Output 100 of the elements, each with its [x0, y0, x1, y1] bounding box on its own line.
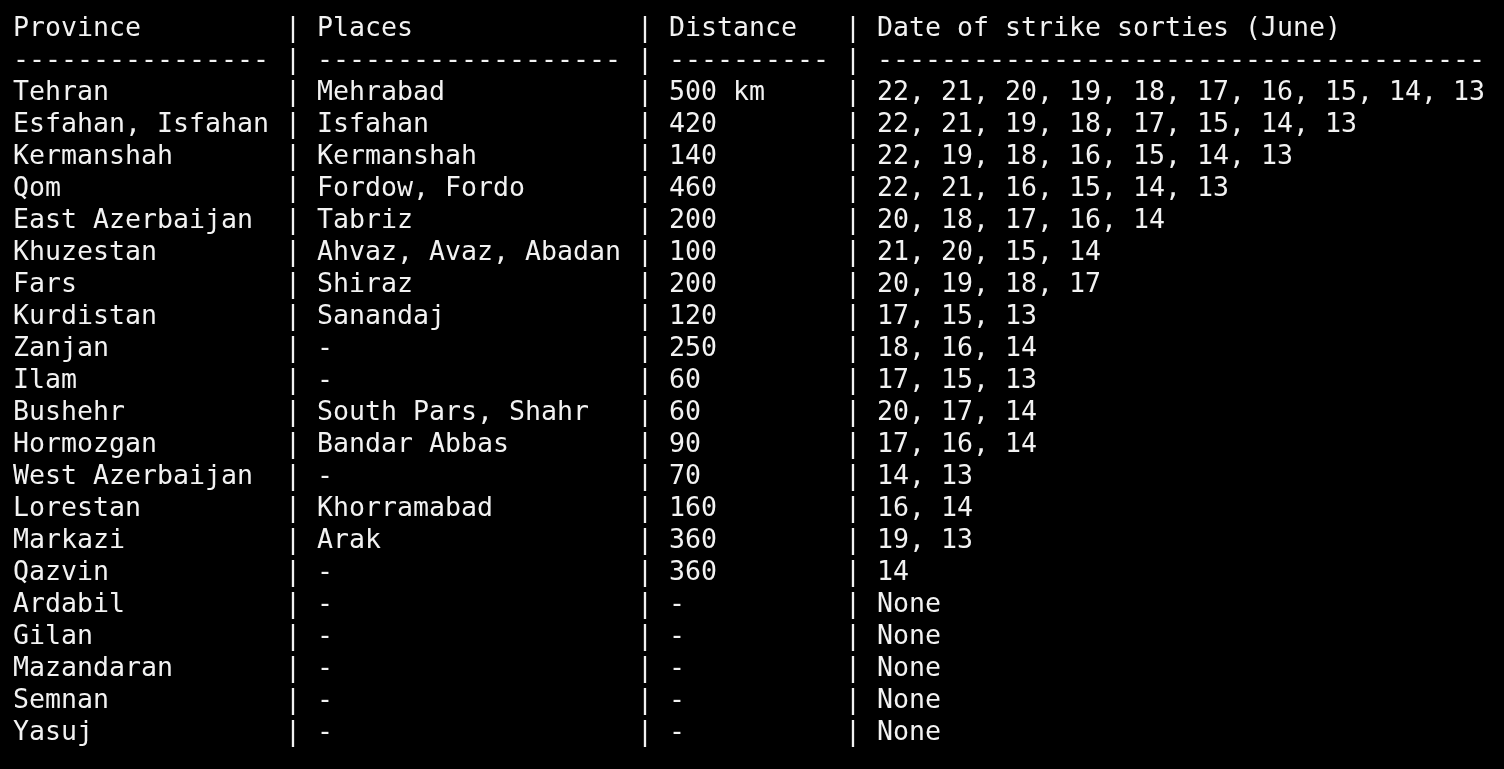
column-divider: |: [285, 11, 302, 43]
table-cell: 420: [669, 107, 718, 139]
table-cell: None: [877, 651, 942, 683]
table-cell: 20, 17, 14: [877, 395, 1038, 427]
table-cell: 60: [669, 363, 702, 395]
column-divider: |: [845, 523, 862, 555]
table-cell: Ilam: [13, 363, 77, 395]
table-cell: Lorestan: [13, 491, 141, 523]
column-divider: |: [845, 683, 862, 715]
column-divider: |: [285, 299, 302, 331]
table-cell: 20, 19, 18, 17: [877, 267, 1102, 299]
table-cell: 70: [669, 459, 702, 491]
table-cell: -: [317, 587, 334, 619]
table-cell: -: [317, 619, 334, 651]
column-divider: |: [637, 619, 654, 651]
table-cell: 22, 19, 18, 16, 15, 14, 13: [877, 139, 1294, 171]
table-cell: Semnan: [13, 683, 109, 715]
column-divider: |: [845, 587, 862, 619]
column-divider: |: [845, 491, 862, 523]
table-cell: 19, 13: [877, 523, 974, 555]
column-divider: |: [845, 203, 862, 235]
table-cell: 14, 13: [877, 459, 974, 491]
column-divider: |: [637, 715, 654, 747]
column-divider: |: [637, 267, 654, 299]
table-cell: 90: [669, 427, 702, 459]
header-rule: -------------------: [317, 43, 622, 75]
table-cell: 200: [669, 203, 718, 235]
table-cell: Ahvaz, Avaz, Abadan: [317, 235, 622, 267]
column-divider: |: [285, 267, 302, 299]
column-divider: |: [285, 651, 302, 683]
column-divider: |: [845, 331, 862, 363]
table-cell: -: [317, 331, 334, 363]
table-cell: Mehrabad: [317, 75, 446, 107]
column-divider: |: [845, 555, 862, 587]
table-cell: 160: [669, 491, 718, 523]
column-divider: |: [637, 299, 654, 331]
table-cell: Bandar Abbas: [317, 427, 510, 459]
table-cell: Fordow, Fordo: [317, 171, 526, 203]
table-cell: Sanandaj: [317, 299, 446, 331]
table-cell: 21, 20, 15, 14: [877, 235, 1102, 267]
table-cell: Kermanshah: [13, 139, 173, 171]
table-cell: 360: [669, 555, 718, 587]
table-cell: 360: [669, 523, 718, 555]
column-divider: |: [637, 331, 654, 363]
table-cell: 22, 21, 20, 19, 18, 17, 16, 15, 14, 13: [877, 75, 1486, 107]
column-divider: |: [845, 427, 862, 459]
column-divider: |: [285, 235, 302, 267]
column-divider: |: [285, 203, 302, 235]
table-cell: 500 km: [669, 75, 766, 107]
table-cell: 18, 16, 14: [877, 331, 1038, 363]
table-cell: 250: [669, 331, 718, 363]
column-divider: |: [845, 171, 862, 203]
column-divider: |: [637, 683, 654, 715]
column-divider: |: [637, 459, 654, 491]
column-divider: |: [845, 715, 862, 747]
table-cell: Ardabil: [13, 587, 125, 619]
table-cell: South Pars, Shahr: [317, 395, 590, 427]
table-cell: Shiraz: [317, 267, 414, 299]
table-cell: Tabriz: [317, 203, 414, 235]
table-cell: Zanjan: [13, 331, 109, 363]
table-cell: -: [669, 651, 686, 683]
column-header: Distance: [669, 11, 798, 43]
table-cell: -: [669, 619, 686, 651]
header-rule: ----------------: [13, 43, 270, 75]
column-divider: |: [285, 619, 302, 651]
table-cell: 17, 15, 13: [877, 299, 1038, 331]
table-cell: -: [669, 715, 686, 747]
table-cell: Qazvin: [13, 555, 109, 587]
column-divider: |: [845, 43, 862, 75]
table-cell: 140: [669, 139, 718, 171]
table-cell: -: [669, 683, 686, 715]
header-rule: --------------------------------------: [877, 43, 1486, 75]
column-divider: |: [285, 331, 302, 363]
column-divider: |: [285, 139, 302, 171]
column-divider: |: [285, 683, 302, 715]
table-cell: Arak: [317, 523, 382, 555]
column-divider: |: [637, 75, 654, 107]
column-header: Places: [317, 11, 414, 43]
table-cell: -: [669, 587, 686, 619]
column-divider: |: [637, 651, 654, 683]
column-divider: |: [637, 107, 654, 139]
column-divider: |: [637, 43, 654, 75]
column-divider: |: [285, 587, 302, 619]
table-cell: 100: [669, 235, 718, 267]
column-divider: |: [285, 43, 302, 75]
table-cell: East Azerbaijan: [13, 203, 254, 235]
table-cell: -: [317, 363, 334, 395]
table-cell: -: [317, 555, 334, 587]
column-divider: |: [845, 139, 862, 171]
column-divider: |: [637, 139, 654, 171]
column-divider: |: [285, 363, 302, 395]
table-cell: Gilan: [13, 619, 93, 651]
header-rule: ----------: [669, 43, 830, 75]
table-cell: 22, 21, 16, 15, 14, 13: [877, 171, 1230, 203]
column-divider: |: [845, 299, 862, 331]
column-divider: |: [845, 619, 862, 651]
column-divider: |: [845, 235, 862, 267]
column-header: Province: [13, 11, 141, 43]
table-cell: Tehran: [13, 75, 109, 107]
column-divider: |: [285, 491, 302, 523]
